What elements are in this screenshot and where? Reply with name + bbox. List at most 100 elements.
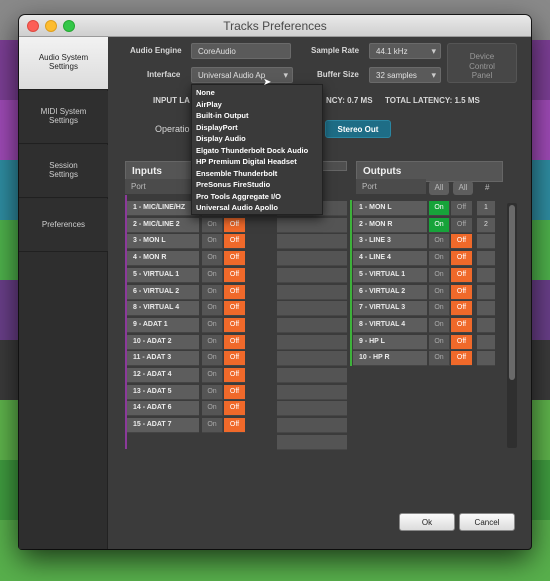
output-on-button[interactable]: On xyxy=(429,284,450,300)
output-channel-number xyxy=(477,251,495,267)
input-row: 3 - MON L On Off xyxy=(127,234,255,250)
device-control-panel-button[interactable]: Device Control Panel xyxy=(447,43,517,83)
input-row: 5 - VIRTUAL 1 On Off xyxy=(127,267,255,283)
input-port-name: 3 - MON L xyxy=(127,234,199,250)
input-off-button[interactable]: Off xyxy=(224,418,245,434)
input-off-button[interactable]: Off xyxy=(224,401,245,417)
output-row: 3 - LINE 3 On Off xyxy=(353,234,503,250)
outputs-all-off-button[interactable]: All xyxy=(453,181,473,195)
input-on-button[interactable]: On xyxy=(202,384,223,400)
input-on-button[interactable]: On xyxy=(202,251,223,267)
routing-cell xyxy=(277,251,347,267)
routing-cell xyxy=(277,317,347,333)
input-on-button[interactable]: On xyxy=(202,234,223,250)
interface-menu-item[interactable]: Ensemble Thunderbolt xyxy=(192,169,322,181)
routing-cell xyxy=(277,217,347,233)
output-off-button[interactable]: Off xyxy=(451,284,472,300)
output-port-name: 7 - VIRTUAL 3 xyxy=(353,301,427,317)
input-port-name: 12 - ADAT 4 xyxy=(127,368,199,383)
interface-menu-item[interactable]: AirPlay xyxy=(192,100,322,112)
input-on-button[interactable]: On xyxy=(202,368,223,383)
input-on-button[interactable]: On xyxy=(202,284,223,300)
input-off-button[interactable]: Off xyxy=(224,267,245,283)
buffer-size-select[interactable]: 32 samples xyxy=(369,67,441,83)
interface-menu-item[interactable]: HP Premium Digital Headset xyxy=(192,157,322,169)
sidebar-item-label: Session Settings xyxy=(49,161,78,179)
interface-menu-item[interactable]: Universal Audio Apollo xyxy=(192,203,322,215)
sidebar-item-preferences[interactable]: Preferences xyxy=(19,199,108,252)
input-on-button[interactable]: On xyxy=(202,334,223,350)
output-off-button[interactable]: Off xyxy=(451,317,472,333)
sidebar-item-audio-system-settings[interactable]: Audio System Settings xyxy=(19,37,108,90)
output-channel-number xyxy=(477,317,495,333)
input-on-button[interactable]: On xyxy=(202,418,223,434)
sample-rate-select[interactable]: 44.1 kHz xyxy=(369,43,441,59)
interface-menu-item[interactable]: Elgato Thunderbolt Dock Audio xyxy=(192,146,322,158)
input-off-button[interactable]: Off xyxy=(224,317,245,333)
stereo-out-button[interactable]: Stereo Out xyxy=(325,120,391,138)
interface-menu-item[interactable]: PreSonus FireStudio xyxy=(192,180,322,192)
output-off-button[interactable]: Off xyxy=(451,251,472,267)
sidebar-item-label: MIDI System Settings xyxy=(40,107,87,125)
input-on-button[interactable]: On xyxy=(202,267,223,283)
output-off-button[interactable]: Off xyxy=(451,201,472,216)
output-row: 10 - HP R On Off xyxy=(353,351,503,367)
total-latency-text: TOTAL LATENCY: 1.5 MS xyxy=(385,96,480,105)
input-off-button[interactable]: Off xyxy=(224,351,245,367)
input-off-button[interactable]: Off xyxy=(224,284,245,300)
interface-menu-item[interactable]: None xyxy=(192,88,322,100)
output-port-name: 6 - VIRTUAL 2 xyxy=(353,284,427,300)
input-port-name: 9 - ADAT 1 xyxy=(127,317,199,333)
output-on-button[interactable]: On xyxy=(429,251,450,267)
routing-cell xyxy=(277,351,347,367)
interface-menu-item[interactable]: Built-in Output xyxy=(192,111,322,123)
output-on-button[interactable]: On xyxy=(429,317,450,333)
scrollbar-thumb[interactable] xyxy=(509,205,515,380)
input-on-button[interactable]: On xyxy=(202,301,223,317)
cancel-button[interactable]: Cancel xyxy=(459,513,515,531)
input-on-button[interactable]: On xyxy=(202,317,223,333)
outputs-port-column: Port xyxy=(356,179,426,194)
input-off-button[interactable]: Off xyxy=(224,384,245,400)
interface-menu-item[interactable]: Display Audio xyxy=(192,134,322,146)
interface-menu-item[interactable]: DisplayPort xyxy=(192,123,322,135)
output-port-name: 1 - MON L xyxy=(353,201,427,216)
input-off-button[interactable]: Off xyxy=(224,217,245,233)
input-port-name: 4 - MON R xyxy=(127,251,199,267)
output-off-button[interactable]: Off xyxy=(451,334,472,350)
output-on-button[interactable]: On xyxy=(429,334,450,350)
ok-button[interactable]: Ok xyxy=(399,513,455,531)
window-title: Tracks Preferences xyxy=(223,19,327,33)
input-off-button[interactable]: Off xyxy=(224,301,245,317)
mouse-pointer-icon: ➤ xyxy=(263,77,272,88)
input-off-button[interactable]: Off xyxy=(224,234,245,250)
output-on-button[interactable]: On xyxy=(429,234,450,250)
output-off-button[interactable]: Off xyxy=(451,234,472,250)
interface-select[interactable]: Universal Audio Ap xyxy=(191,67,293,83)
input-on-button[interactable]: On xyxy=(202,401,223,417)
output-off-button[interactable]: Off xyxy=(451,267,472,283)
input-off-button[interactable]: Off xyxy=(224,368,245,383)
input-off-button[interactable]: Off xyxy=(224,251,245,267)
output-on-button[interactable]: On xyxy=(429,201,450,216)
audio-engine-field[interactable]: CoreAudio xyxy=(191,43,291,59)
output-off-button[interactable]: Off xyxy=(451,351,472,367)
output-on-button[interactable]: On xyxy=(429,351,450,367)
sidebar-item-session-settings[interactable]: Session Settings xyxy=(19,145,108,198)
output-on-button[interactable]: On xyxy=(429,217,450,233)
output-off-button[interactable]: Off xyxy=(451,217,472,233)
outputs-all-on-button[interactable]: All xyxy=(429,181,449,195)
output-port-name: 9 - HP L xyxy=(353,334,427,350)
interface-menu-item[interactable]: Pro Tools Aggregate I/O xyxy=(192,192,322,204)
device-control-panel-label: Device Control Panel xyxy=(469,52,495,81)
operation-label: Operatio xyxy=(155,124,190,134)
sidebar-item-midi-system-settings[interactable]: MIDI System Settings xyxy=(19,91,108,144)
input-on-button[interactable]: On xyxy=(202,351,223,367)
output-off-button[interactable]: Off xyxy=(451,301,472,317)
input-off-button[interactable]: Off xyxy=(224,334,245,350)
preferences-window: Tracks Preferences Audio System Settings… xyxy=(19,15,531,549)
outputs-scrollbar[interactable] xyxy=(507,203,517,448)
output-on-button[interactable]: On xyxy=(429,301,450,317)
output-on-button[interactable]: On xyxy=(429,267,450,283)
input-on-button[interactable]: On xyxy=(202,217,223,233)
